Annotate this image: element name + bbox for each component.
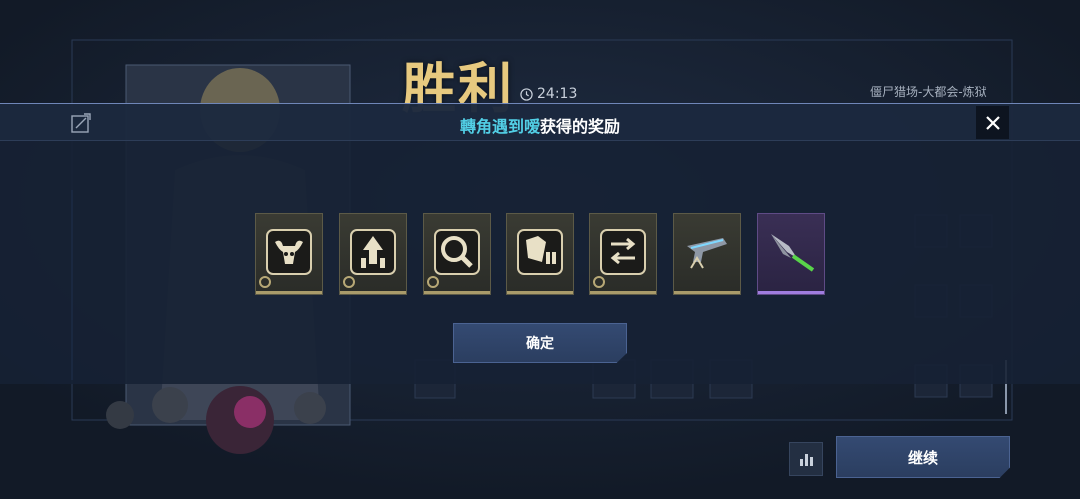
timer-value: 24:13 (537, 86, 578, 102)
match-timer: 24:13 (520, 86, 577, 102)
reward-item[interactable] (589, 213, 657, 295)
pistol-blueprint-icon (687, 238, 727, 269)
stats-button[interactable] (789, 442, 823, 476)
bullets-upgrade-icon (350, 229, 396, 275)
clock-icon (520, 87, 533, 101)
armor-bullets-icon (517, 229, 563, 275)
gear-badge-icon (593, 276, 605, 288)
reward-item[interactable] (506, 213, 574, 295)
continue-button[interactable]: 继续 (836, 436, 1010, 478)
close-icon (985, 115, 1000, 130)
bull-skull-icon (266, 229, 312, 275)
close-button[interactable] (976, 106, 1009, 139)
reward-item[interactable] (255, 213, 323, 295)
confirm-button[interactable]: 确定 (453, 323, 627, 363)
scope-magnifier-icon (434, 229, 480, 275)
spear-blade-icon (771, 234, 815, 272)
bar-chart-icon (800, 454, 813, 466)
gear-badge-icon (343, 276, 355, 288)
weapon-swap-icon (600, 229, 646, 275)
reward-item[interactable] (757, 213, 825, 295)
modal-title: 轉角遇到嗳获得的奖励 (0, 113, 1080, 137)
gear-badge-icon (259, 276, 271, 288)
title-suffix: 获得的奖励 (540, 117, 621, 136)
reward-item[interactable] (423, 213, 491, 295)
map-name: 僵尸猎场-大都会-炼狱 (870, 85, 987, 99)
player-name: 轉角遇到嗳 (459, 117, 540, 136)
gear-badge-icon (427, 276, 439, 288)
reward-item[interactable] (339, 213, 407, 295)
reward-item[interactable] (673, 213, 741, 295)
modal-header: 轉角遇到嗳获得的奖励 (0, 104, 1080, 141)
reward-modal: 轉角遇到嗳获得的奖励 确定 (0, 103, 1080, 384)
